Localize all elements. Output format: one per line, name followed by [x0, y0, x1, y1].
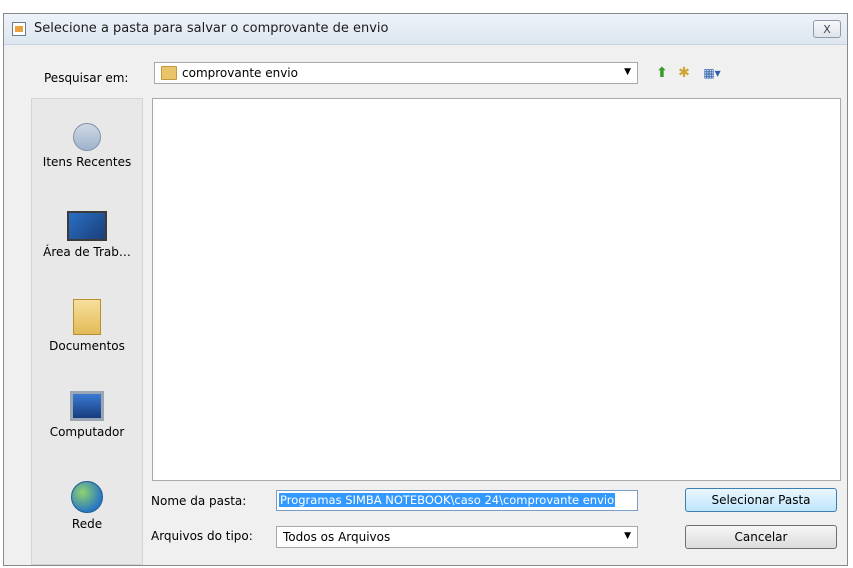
- look-in-value: comprovante envio: [182, 66, 298, 80]
- place-recent-items[interactable]: Itens Recentes: [32, 119, 142, 169]
- close-button[interactable]: X: [813, 20, 841, 38]
- look-in-combobox[interactable]: comprovante envio ▼: [154, 62, 638, 84]
- folder-name-value: Programas SIMBA NOTEBOOK\caso 24\comprov…: [279, 493, 616, 507]
- file-type-combobox[interactable]: Todos os Arquivos ▼: [276, 526, 638, 548]
- place-label: Computador: [49, 425, 125, 439]
- place-network[interactable]: Rede: [32, 481, 142, 531]
- up-folder-icon[interactable]: ⬆: [652, 64, 672, 82]
- file-type-label: Arquivos do tipo:: [151, 529, 253, 543]
- select-folder-button[interactable]: Selecionar Pasta: [685, 488, 837, 512]
- place-desktop[interactable]: Área de Trab…: [32, 211, 142, 259]
- new-folder-icon[interactable]: ✱: [674, 64, 694, 82]
- place-label: Itens Recentes: [42, 155, 132, 169]
- documents-icon: [73, 299, 101, 335]
- file-list[interactable]: [152, 98, 841, 481]
- place-documents[interactable]: Documentos: [32, 299, 142, 353]
- title-bar[interactable]: Selecione a pasta para salvar o comprova…: [4, 14, 847, 45]
- file-type-value: Todos os Arquivos: [283, 530, 391, 544]
- folder-name-input[interactable]: Programas SIMBA NOTEBOOK\caso 24\comprov…: [276, 490, 638, 511]
- dialog-title: Selecione a pasta para salvar o comprova…: [34, 21, 389, 36]
- chevron-down-icon: ▼: [624, 67, 631, 77]
- place-label: Rede: [71, 517, 103, 531]
- look-in-label: Pesquisar em:: [44, 71, 129, 85]
- computer-icon: [70, 391, 104, 421]
- cancel-button[interactable]: Cancelar: [685, 525, 837, 549]
- recent-items-icon: [73, 123, 101, 151]
- folder-icon: [161, 66, 177, 80]
- desktop-icon: [67, 211, 107, 241]
- view-menu-icon[interactable]: ▦▾: [697, 64, 727, 82]
- network-icon: [71, 481, 103, 513]
- places-bar: Itens Recentes Área de Trab… Documentos …: [31, 98, 143, 565]
- java-app-icon: [12, 22, 26, 36]
- place-label: Área de Trab…: [43, 245, 131, 259]
- place-label: Documentos: [49, 339, 125, 353]
- file-chooser-dialog: Selecione a pasta para salvar o comprova…: [3, 13, 848, 566]
- folder-name-label: Nome da pasta:: [151, 494, 247, 508]
- place-computer[interactable]: Computador: [32, 391, 142, 439]
- chevron-down-icon: ▼: [624, 531, 631, 541]
